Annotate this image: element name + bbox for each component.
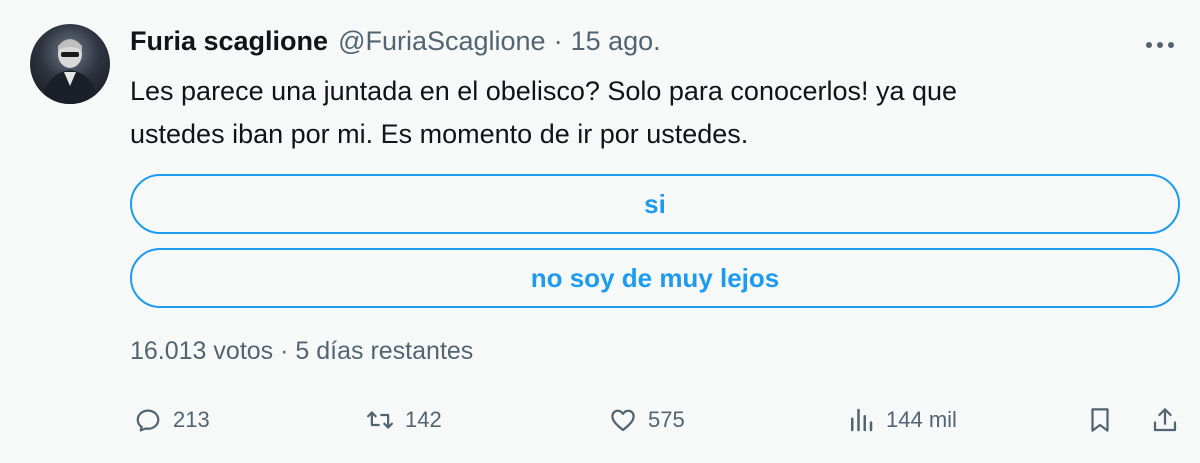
- bookmark-button[interactable]: [1085, 400, 1115, 440]
- retweet-count: 142: [405, 407, 442, 432]
- header-separator: ·: [553, 26, 563, 56]
- bookmark-icon: [1091, 408, 1109, 432]
- author-name[interactable]: Furia scaglione: [130, 26, 328, 57]
- poll-option-no-soy-de-muy-lejos[interactable]: no soy de muy lejos: [130, 248, 1180, 308]
- poll-votes: 16.013 votos: [130, 337, 274, 365]
- poll-meta: 16.013 votos · 5 días restantes: [130, 337, 473, 366]
- tweet-text-line: Les parece una juntada en el obelisco? S…: [130, 76, 958, 106]
- tweet-text: Les parece una juntada en el obelisco? S…: [130, 70, 1170, 156]
- poll-option-label: no soy de muy lejos: [530, 262, 780, 293]
- views-button[interactable]: 144 mil: [846, 400, 957, 440]
- more-options-button[interactable]: [1140, 30, 1180, 60]
- share-icon: [1153, 408, 1177, 432]
- like-count: 575: [648, 407, 685, 432]
- reply-count: 213: [173, 407, 210, 432]
- tweet-date[interactable]: 15 ago.: [571, 26, 661, 57]
- retweet-button[interactable]: 142: [365, 400, 442, 440]
- views-count: 144 mil: [886, 407, 957, 432]
- retweet-icon: [367, 411, 393, 429]
- share-button[interactable]: [1150, 400, 1180, 440]
- poll-option-label: si: [644, 188, 666, 219]
- reply-icon: [136, 409, 160, 432]
- reply-button[interactable]: 213: [133, 400, 210, 440]
- tweet-text-line: ustedes iban por mi. Es momento de ir po…: [130, 119, 749, 149]
- author-handle[interactable]: @FuriaScaglione: [338, 26, 546, 57]
- views-chart-icon: [851, 408, 873, 432]
- tweet-header: Furia scaglione @FuriaScaglione · 15 ago…: [130, 26, 661, 62]
- poll-time-left: 5 días restantes: [295, 337, 474, 365]
- heart-icon: [611, 409, 635, 432]
- tweet-card: Furia scaglione @FuriaScaglione · 15 ago…: [0, 0, 1200, 463]
- avatar[interactable]: [30, 24, 110, 104]
- poll-option-si[interactable]: si: [130, 174, 1180, 234]
- like-button[interactable]: 575: [608, 400, 685, 440]
- avatar-image: [42, 39, 98, 104]
- more-horizontal-icon: [1146, 42, 1174, 48]
- poll-meta-separator: ·: [280, 337, 289, 365]
